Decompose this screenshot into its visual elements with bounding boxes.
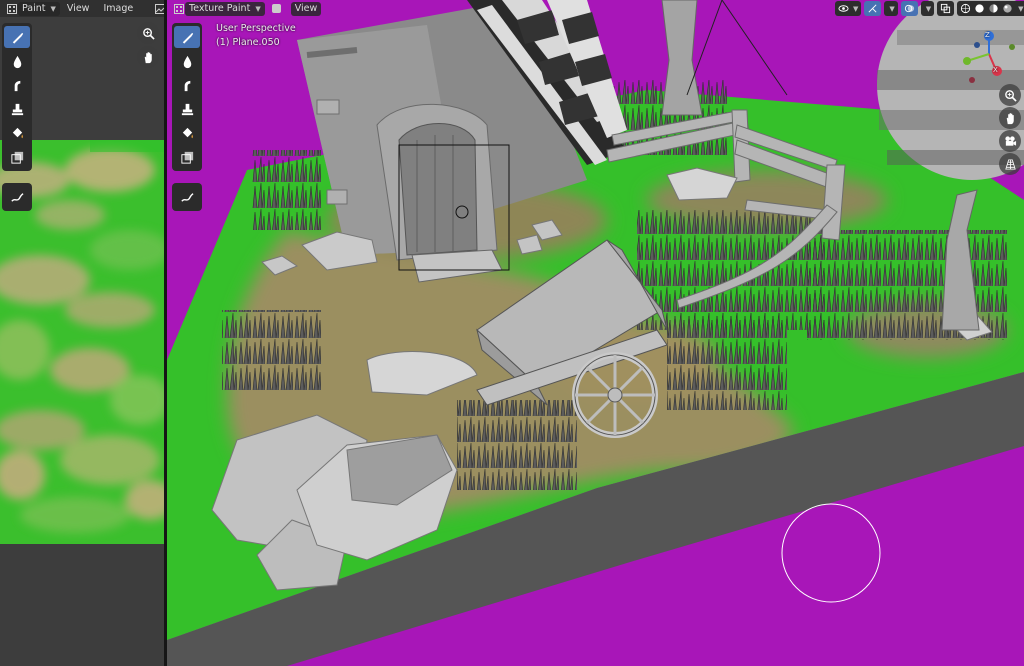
wireframe-shading-icon[interactable] <box>960 3 971 14</box>
viewport-grid-button[interactable] <box>999 153 1021 175</box>
perspective-label: User Perspective <box>216 23 296 34</box>
paint-mask-toggle[interactable] <box>265 0 288 17</box>
zoom-icon <box>1004 89 1017 102</box>
material-shading-icon[interactable] <box>988 3 999 14</box>
annotate-toolbar <box>172 183 202 211</box>
gizmo-dropdown[interactable]: ▼ <box>884 1 898 16</box>
chevron-down-icon: ▼ <box>925 4 932 13</box>
viewport-zoom-button[interactable] <box>999 84 1021 106</box>
chevron-down-icon: ▼ <box>889 4 895 13</box>
pan-hand-icon <box>144 51 152 63</box>
chevron-down-icon[interactable]: ▼ <box>1018 5 1023 13</box>
gizmo-icon <box>868 4 877 13</box>
tool-fill[interactable] <box>174 122 200 144</box>
tool-smear[interactable] <box>4 74 30 96</box>
viewport-camera-button[interactable] <box>999 130 1021 152</box>
menu-view[interactable]: View <box>290 1 322 16</box>
mode-label: Texture Paint <box>189 3 251 14</box>
tool-clone[interactable] <box>4 98 30 120</box>
overlay-dropdown[interactable]: ▼ <box>920 1 935 16</box>
mode-label: Paint <box>22 3 46 14</box>
tool-soften[interactable] <box>4 50 30 72</box>
menu-view[interactable]: View <box>60 0 97 17</box>
tool-clone[interactable] <box>174 98 200 120</box>
gizmo-x-label: X <box>993 66 998 74</box>
post-top <box>661 0 703 116</box>
smear-icon <box>184 80 190 91</box>
tool-draw[interactable] <box>174 26 200 48</box>
viewport-header-right: ▼ ▼ ▼ ▼ <box>835 0 1024 17</box>
scene-render <box>167 0 1024 666</box>
visibility-icon <box>838 5 849 12</box>
zoom-icon <box>142 27 155 40</box>
clone-icon <box>181 103 193 115</box>
chevron-down-icon: ▼ <box>853 4 859 13</box>
visibility-dropdown[interactable]: ▼ <box>835 1 862 16</box>
solid-shading-icon[interactable] <box>974 3 985 14</box>
menu-image[interactable]: Image <box>96 0 140 17</box>
smear-icon <box>14 80 20 91</box>
annotate-toolbar <box>2 183 32 211</box>
tool-smear[interactable] <box>174 74 200 96</box>
mask-toggle-icon <box>271 4 281 13</box>
fill-icon <box>12 127 23 138</box>
annotate-icon <box>180 192 193 202</box>
draw-brush-icon <box>182 32 193 44</box>
tool-fill[interactable] <box>4 122 30 144</box>
mode-dropdown[interactable]: Paint ▼ <box>18 1 60 16</box>
tool-draw[interactable] <box>4 26 30 48</box>
soften-icon <box>183 55 191 68</box>
viewport-editor-icon <box>174 3 184 14</box>
overlay-toggle[interactable] <box>900 1 918 16</box>
shading-buttons: ▼ <box>957 1 1024 16</box>
tool-annotate[interactable] <box>174 186 200 208</box>
chevron-down-icon: ▼ <box>50 4 56 13</box>
mask-icon <box>180 151 193 164</box>
tool-mask[interactable] <box>4 146 30 168</box>
chevron-down-icon: ▼ <box>255 4 261 13</box>
soften-icon <box>13 55 21 68</box>
fill-icon <box>182 127 193 138</box>
image-toolbar <box>2 23 32 171</box>
rendered-shading-icon[interactable] <box>1002 3 1013 14</box>
tool-mask[interactable] <box>174 146 200 168</box>
mode-dropdown[interactable]: Texture Paint ▼ <box>185 1 265 16</box>
gizmo-z-label: Z <box>985 31 990 39</box>
overlay-icon <box>904 4 914 13</box>
active-object-label: (1) Plane.050 <box>216 37 280 48</box>
draw-brush-icon <box>12 32 23 44</box>
image-editor-panel: Paint ▼ View Image ▼ <box>0 0 164 666</box>
tool-soften[interactable] <box>174 50 200 72</box>
mask-icon <box>10 151 23 164</box>
brush-cursor <box>781 503 881 603</box>
image-zoom-button[interactable] <box>137 22 159 44</box>
xray-toggle[interactable] <box>937 1 955 16</box>
gizmo-toggle[interactable] <box>864 1 882 16</box>
3d-viewport[interactable]: Z X Texture Paint ▼ View ▼ ▼ ▼ ▼ User Per… <box>167 0 1024 666</box>
grid-icon <box>1004 158 1016 170</box>
annotate-icon <box>10 192 23 202</box>
pan-hand-icon <box>1006 112 1014 124</box>
tool-annotate[interactable] <box>4 186 30 208</box>
clone-icon <box>11 103 23 115</box>
image-browse-icon <box>155 3 164 14</box>
xray-icon <box>941 3 951 14</box>
paint-toolbar <box>172 23 202 171</box>
image-editor-icon <box>7 3 17 14</box>
viewport-pan-button[interactable] <box>999 107 1021 129</box>
camera-icon <box>1004 135 1016 146</box>
image-pan-button[interactable] <box>137 46 159 68</box>
image-editor-header: Paint ▼ View Image ▼ <box>0 0 164 17</box>
image-browse-button[interactable]: ▼ <box>148 0 164 17</box>
